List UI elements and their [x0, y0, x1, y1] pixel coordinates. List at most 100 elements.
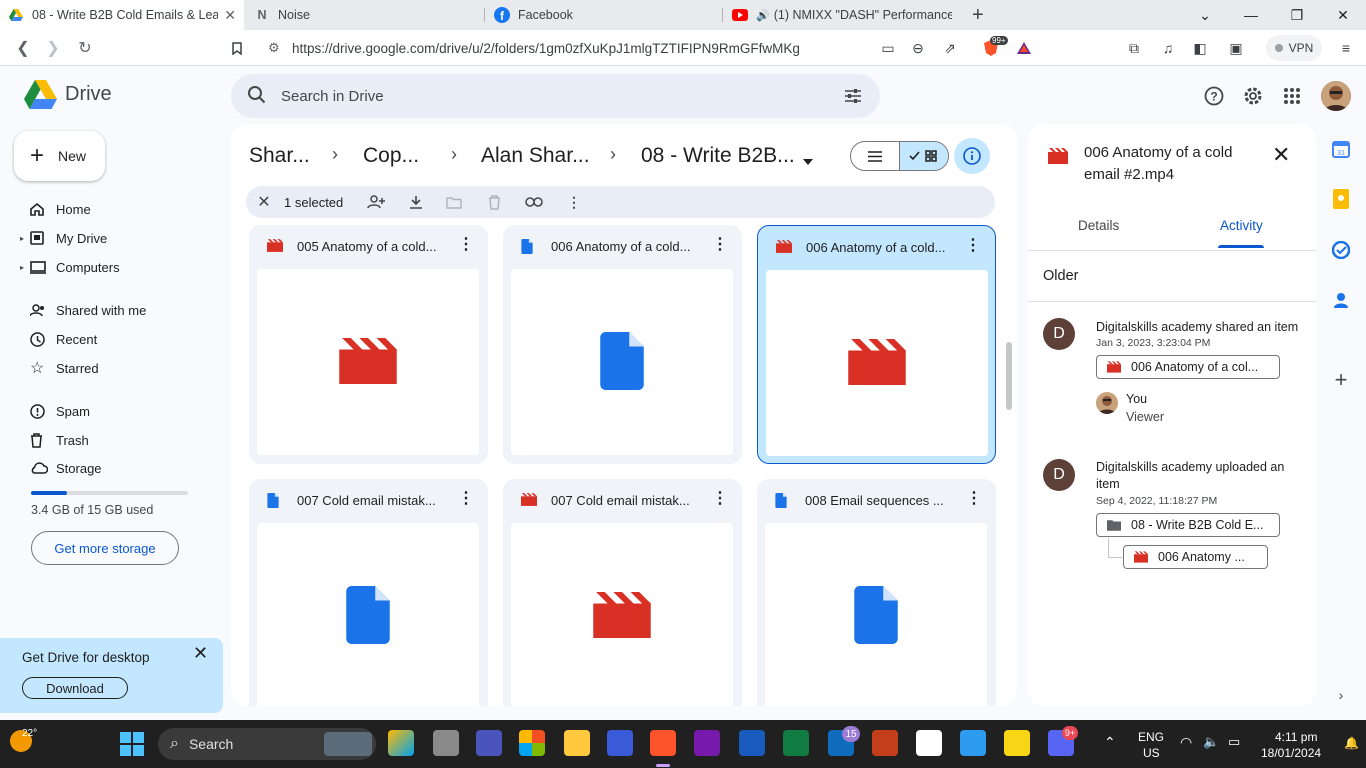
wifi-icon[interactable]: ◠ — [1180, 734, 1192, 751]
tab-search-icon[interactable]: ⌄ — [1182, 0, 1228, 30]
copilot-icon[interactable] — [388, 730, 414, 756]
close-window-icon[interactable]: ✕ — [1320, 0, 1366, 30]
onenote-icon[interactable] — [694, 730, 720, 756]
keep-icon[interactable] — [1330, 188, 1352, 210]
sticky-notes-icon[interactable] — [1004, 730, 1030, 756]
more-options-icon[interactable]: ⋮ — [458, 237, 474, 253]
new-button[interactable]: + New — [14, 131, 105, 181]
search-bar[interactable]: Search in Drive — [231, 74, 880, 118]
forward-icon[interactable]: ❯ — [38, 30, 68, 66]
tab-noise[interactable]: N Noise — [246, 0, 482, 30]
more-options-icon[interactable]: ⋮ — [965, 238, 981, 254]
delete-icon[interactable] — [482, 186, 506, 218]
sidebar-item-my-drive[interactable]: ▸ My Drive — [20, 224, 107, 252]
file-thumbnail[interactable] — [257, 523, 479, 706]
close-tab-icon[interactable]: ✕ — [224, 7, 236, 24]
tab-details[interactable]: Details — [1078, 218, 1119, 233]
download-button[interactable]: Download — [22, 677, 128, 699]
activity-item-chip[interactable]: 006 Anatomy ... — [1123, 545, 1268, 569]
drive-logo[interactable]: Drive — [24, 80, 112, 109]
add-addon-icon[interactable]: + — [1330, 367, 1352, 392]
help-icon[interactable]: ? — [1200, 82, 1228, 110]
link-icon[interactable] — [522, 186, 546, 218]
breadcrumb-item[interactable]: Shar... — [249, 144, 310, 168]
taskbar-search[interactable]: ⌕ Search — [158, 728, 376, 760]
activity-folder-chip[interactable]: 08 - Write B2B Cold E... — [1096, 513, 1280, 537]
new-tab-icon[interactable]: + — [972, 4, 984, 27]
bookmark-icon[interactable] — [222, 30, 252, 66]
minimize-icon[interactable]: — — [1228, 0, 1274, 30]
file-thumbnail[interactable] — [257, 269, 479, 455]
file-card[interactable]: 007 Cold email mistak... ⋮ — [249, 479, 488, 706]
more-options-icon[interactable]: ⋮ — [712, 491, 728, 507]
share-icon[interactable]: ⇗ — [936, 30, 964, 66]
download-icon[interactable] — [404, 186, 428, 218]
search-options-icon[interactable] — [843, 86, 863, 110]
battery-icon[interactable]: ▭ — [1228, 734, 1240, 750]
file-thumbnail[interactable] — [511, 269, 733, 455]
close-promo-icon[interactable]: ✕ — [193, 643, 208, 664]
file-card[interactable]: 006 Anatomy of a cold... ⋮ — [757, 225, 996, 464]
file-thumbnail[interactable] — [766, 270, 988, 456]
vpn-button[interactable]: VPN — [1266, 35, 1322, 61]
brave-taskbar-icon[interactable] — [650, 730, 676, 756]
notion-icon[interactable] — [916, 730, 942, 756]
cast-icon[interactable]: ▭ — [874, 30, 902, 66]
chevron-up-icon[interactable]: ⌃ — [1104, 734, 1116, 751]
sidebar-item-storage[interactable]: Storage — [24, 454, 102, 482]
more-actions-icon[interactable]: ⋮ — [562, 186, 586, 218]
clear-selection-icon[interactable]: ✕ — [252, 186, 276, 218]
calendar-icon[interactable]: 31 — [1330, 138, 1352, 160]
scrollbar[interactable] — [1006, 342, 1012, 410]
activity-item-chip[interactable]: 006 Anatomy of a col... — [1096, 355, 1280, 379]
clock-time[interactable]: 4:11 pm — [1275, 730, 1317, 744]
tab-facebook[interactable]: f Facebook — [486, 0, 722, 30]
teams-icon[interactable] — [476, 730, 502, 756]
sidebar-item-shared-with-me[interactable]: Shared with me — [24, 296, 146, 324]
store-icon[interactable] — [519, 730, 545, 756]
move-icon[interactable] — [442, 186, 466, 218]
excel-icon[interactable] — [783, 730, 809, 756]
expand-arrow-icon[interactable]: ▸ — [20, 234, 24, 243]
apps-grid-icon[interactable] — [1278, 82, 1306, 110]
reload-icon[interactable]: ↻ — [70, 30, 100, 66]
list-view-icon[interactable] — [851, 142, 899, 170]
folder-menu-caret-icon[interactable] — [803, 153, 813, 168]
menu-icon[interactable]: ≡ — [1332, 30, 1360, 66]
get-more-storage-button[interactable]: Get more storage — [31, 531, 179, 565]
more-options-icon[interactable]: ⋮ — [458, 491, 474, 507]
app-icon[interactable] — [960, 730, 986, 756]
maximize-icon[interactable]: ❐ — [1274, 0, 1320, 30]
language[interactable]: ENG — [1138, 730, 1164, 744]
file-thumbnail[interactable] — [765, 523, 987, 706]
sidebar-item-home[interactable]: Home — [24, 195, 91, 223]
audio-playing-icon[interactable]: 🔊 — [756, 9, 770, 22]
word-icon[interactable] — [739, 730, 765, 756]
expand-arrow-icon[interactable]: ▸ — [20, 263, 24, 272]
site-settings-icon[interactable]: ⚙ — [268, 40, 280, 56]
tab-activity[interactable]: Activity — [1220, 218, 1263, 233]
breadcrumb-current[interactable]: 08 - Write B2B... — [641, 144, 795, 168]
tab-drive[interactable]: 08 - Write B2B Cold Emails & Lea ✕ — [0, 0, 244, 30]
sidebar-item-spam[interactable]: Spam — [24, 397, 90, 425]
tab-youtube[interactable]: 🔊 (1) NMIXX "DASH" Performance Vi — [724, 0, 960, 30]
sidebar-item-recent[interactable]: Recent — [24, 325, 97, 353]
file-thumbnail[interactable] — [511, 523, 733, 706]
breadcrumb-item[interactable]: Cop... — [363, 144, 419, 168]
info-icon[interactable] — [954, 138, 990, 174]
sidebar-item-starred[interactable]: ☆ Starred — [24, 354, 99, 382]
file-card[interactable]: 008 Email sequences ... ⋮ — [757, 479, 996, 706]
file-explorer-icon[interactable] — [564, 730, 590, 756]
back-icon[interactable]: ❮ — [8, 30, 38, 66]
more-options-icon[interactable]: ⋮ — [712, 237, 728, 253]
more-options-icon[interactable]: ⋮ — [966, 491, 982, 507]
notifications-icon[interactable]: 🔔 — [1344, 736, 1359, 750]
grid-view-icon[interactable] — [899, 142, 948, 170]
windows-start-icon[interactable] — [120, 732, 144, 759]
task-view-icon[interactable] — [433, 730, 459, 756]
sidebar-item-trash[interactable]: Trash — [24, 426, 89, 454]
sidebar-item-computers[interactable]: ▸ Computers — [20, 253, 120, 281]
expand-panel-icon[interactable]: › — [1330, 684, 1352, 706]
settings-icon[interactable] — [1239, 82, 1267, 110]
contacts-icon[interactable] — [1330, 289, 1352, 311]
